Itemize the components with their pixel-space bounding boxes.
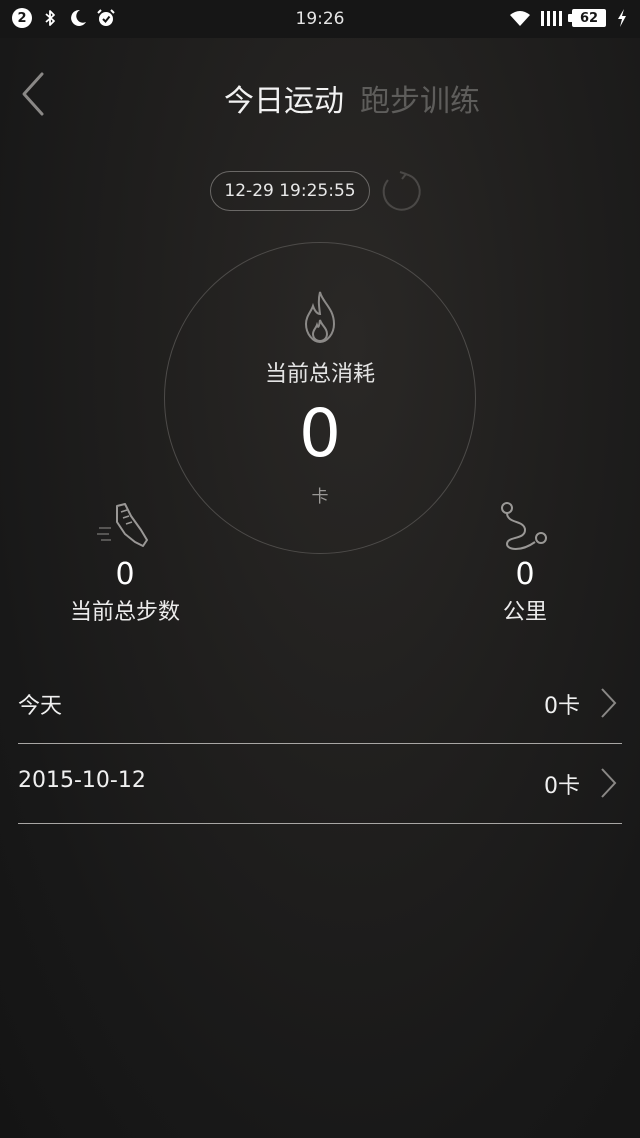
sync-timestamp: 12-29 19:25:55 — [210, 171, 370, 211]
tab-today-exercise[interactable]: 今日运动 — [224, 76, 344, 120]
list-item-today[interactable]: 今天 0卡 — [18, 664, 622, 744]
calories-value: 0 — [299, 395, 341, 472]
calories-label: 当前总消耗 — [264, 362, 375, 387]
battery-indicator: 62 — [568, 9, 606, 27]
wifi-icon — [510, 11, 530, 26]
distance-value: 0 — [515, 557, 535, 592]
header: 今日运动 跑步训练 — [0, 38, 640, 148]
list-item-value: 0卡 — [544, 694, 580, 719]
steps-label: 当前总步数 — [69, 600, 180, 625]
list-item-label: 2015-10-12 — [18, 768, 146, 793]
list-item-date[interactable]: 2015-10-12 0卡 — [18, 744, 622, 824]
steps-value: 0 — [115, 557, 135, 592]
charging-icon — [618, 9, 626, 27]
flame-icon — [304, 291, 336, 344]
list-item-label: 今天 — [18, 694, 63, 719]
status-bar-right: 62 — [508, 8, 628, 28]
chevron-right-icon — [601, 768, 617, 798]
running-shoe-icon — [97, 503, 148, 547]
steps-stat: 0 当前总步数 — [60, 500, 190, 626]
refresh-icon[interactable] — [378, 169, 424, 215]
status-bar: 2 19:26 62 — [0, 0, 640, 38]
history-list: 今天 0卡 2015-10-12 0卡 — [18, 664, 622, 824]
chevron-right-icon — [601, 688, 617, 718]
route-icon — [501, 502, 547, 550]
list-item-value: 0卡 — [544, 774, 580, 799]
distance-label: 公里 — [502, 600, 547, 625]
distance-stat: 0 公里 — [470, 500, 580, 626]
back-arrow-icon[interactable] — [14, 66, 54, 122]
tab-running-training[interactable]: 跑步训练 — [360, 76, 480, 120]
signal-icon — [541, 11, 562, 26]
